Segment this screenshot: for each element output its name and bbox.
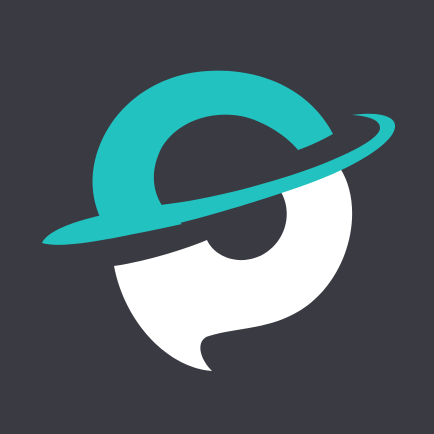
app-icon-canvas xyxy=(0,0,434,434)
planet-chat-logo-icon xyxy=(0,0,434,434)
icon-background xyxy=(0,0,434,434)
